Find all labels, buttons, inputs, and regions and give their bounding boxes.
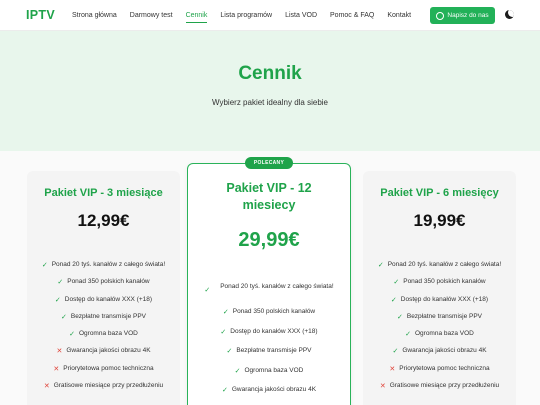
plan-title: Pakiet VIP - 6 miesięcy	[380, 187, 499, 199]
feature-text: Gratisowe miesiące przy przedłużeniu	[389, 382, 500, 390]
feature-text: Dostęp do kanałów XXX (+18)	[64, 295, 153, 303]
check-icon: ✓	[396, 313, 403, 321]
cross-icon: ✕	[53, 365, 60, 373]
nav-link-pricing[interactable]: Cennik	[185, 12, 207, 23]
feature-item: ✓ Gwarancja jakości obrazu 4K	[188, 386, 350, 405]
nav-link-channel-list[interactable]: Lista programów	[220, 12, 272, 19]
feature-item: ✕ Priorytetowa pomoc techniczna	[363, 365, 516, 382]
feature-text: Gratisowe miesiące przy przedłużeniu	[53, 382, 164, 390]
check-icon: ✓	[390, 296, 397, 304]
cross-icon: ✕	[389, 365, 396, 373]
check-icon: ✓	[60, 313, 67, 321]
feature-list: ✓ Ponad 20 tyś. kanałów z całego świata! ✓…	[363, 261, 516, 399]
page-subtitle: Wybierz pakiet idealny dla siebie	[212, 98, 328, 107]
feature-text: Ponad 350 polskich kanałów	[403, 278, 486, 286]
feature-text: Ogromna baza VOD	[78, 330, 138, 338]
feature-text: Bezpłatne transmisje PPV	[406, 312, 483, 320]
check-icon: ✓	[405, 331, 411, 339]
feature-text: Priorytetowa pomoc techniczna	[63, 364, 154, 372]
feature-item: ✓ Ponad 20 tyś. kanałów z całego świata!	[27, 261, 180, 278]
check-icon: ✓	[57, 279, 64, 287]
check-icon: ✓	[226, 348, 233, 355]
cross-icon: ✕	[379, 383, 386, 391]
site-logo[interactable]: IPTV	[26, 8, 55, 22]
nav-link-home[interactable]: Strona główna	[72, 12, 117, 19]
feature-text: Ponad 350 polskich kanałów	[232, 308, 316, 315]
feature-item: ✓ Bezpłatne transmisje PPV	[363, 313, 516, 330]
feature-text: Ogromna baza VOD	[244, 366, 304, 374]
check-icon: ✓	[54, 296, 61, 304]
nav-link-free-trial[interactable]: Darmowy test	[130, 12, 173, 19]
feature-item: ✕ Gratisowe miesiące przy przedłużeniu	[363, 382, 516, 399]
nav-link-contact[interactable]: Kontakt	[387, 12, 411, 19]
plan-title: Pakiet VIP - 3 miesiące	[44, 187, 163, 199]
check-icon: ✓	[41, 262, 48, 269]
feature-item: ✓ Dostęp do kanałów XXX (+18)	[188, 328, 350, 348]
plan-price: 12,99€	[77, 211, 130, 230]
feature-text: Bezpłatne transmisje PPV	[236, 347, 312, 354]
page-title: Cennik	[238, 63, 302, 84]
feature-list: ✓ Ponad 20 tyś. kanałów z całego świata! ✓…	[27, 261, 180, 399]
contact-us-button[interactable]: Napisz do nas	[430, 7, 495, 24]
feature-text: Gwarancja jakości obrazu 4K	[66, 347, 151, 355]
check-icon: ✓	[377, 262, 384, 269]
plan-card-3-months: Pakiet VIP - 3 miesiące 12,99€ ✓ Ponad 20…	[27, 171, 180, 405]
nav-link-help-faq[interactable]: Pomoc & FAQ	[330, 12, 374, 19]
feature-item: ✕ Gwarancja jakości obrazu 4K	[27, 347, 180, 364]
feature-text: Gwarancja jakości obrazu 4K	[231, 386, 317, 393]
whatsapp-icon	[436, 11, 445, 20]
feature-text: Gwarancja jakości obrazu 4K	[402, 347, 487, 355]
cross-icon: ✕	[56, 348, 63, 356]
check-icon: ✓	[393, 279, 400, 287]
feature-item: ✓ Dostęp do kanałów XXX (+18)	[27, 296, 180, 313]
check-icon: ✓	[222, 309, 229, 316]
plan-card-12-months: Pakiet VIP - 12 miesiecy 29,99€ ✓ Ponad 2…	[187, 163, 351, 405]
check-icon: ✓	[220, 328, 227, 336]
check-icon: ✓	[204, 287, 211, 294]
feature-item: ✕ Gratisowe miesiące przy przedłużeniu	[27, 382, 180, 399]
feature-text: Ponad 20 tyś. kanałów z całego świata!	[51, 261, 166, 268]
feature-item: ✓ Bezpłatne transmisje PPV	[188, 347, 350, 367]
contact-us-label: Napisz do nas	[447, 12, 489, 19]
feature-text: Bezpłatne transmisje PPV	[70, 312, 147, 320]
feature-text: Priorytetowa pomoc techniczna	[399, 364, 490, 372]
pricing-section: Pakiet VIP - 3 miesiące 12,99€ ✓ Ponad 20…	[0, 151, 540, 405]
moon-icon[interactable]	[505, 10, 514, 19]
plan-price: 29,99€	[238, 229, 300, 251]
feature-item: ✓ Bezpłatne transmisje PPV	[27, 313, 180, 330]
check-icon: ✓	[392, 348, 399, 356]
pricing-hero: Cennik Wybierz pakiet idealny dla siebie	[0, 31, 540, 151]
nav-link-vod-list[interactable]: Lista VOD	[285, 12, 317, 19]
feature-item: ✕ Priorytetowa pomoc techniczna	[27, 365, 180, 382]
feature-item: ✓ Dostęp do kanałów XXX (+18)	[363, 296, 516, 313]
feature-item: ✓ Ponad 350 polskich kanałów	[27, 278, 180, 295]
plan-card-6-months: Pakiet VIP - 6 miesięcy 19,99€ ✓ Ponad 20…	[363, 171, 516, 405]
feature-item: ✓ Ponad 20 tyś. kanałów z całego świata!	[188, 282, 350, 308]
feature-text: Dostęp do kanałów XXX (+18)	[230, 327, 318, 335]
feature-item: ✓ Ponad 350 polskich kanałów	[363, 278, 516, 295]
plan-title: Pakiet VIP - 12 miesiecy	[226, 181, 312, 212]
feature-text: Ogromna baza VOD	[414, 330, 474, 338]
feature-item: ✓ Ogromna baza VOD	[188, 367, 350, 387]
feature-text: Ponad 350 polskich kanałów	[67, 278, 150, 286]
check-icon: ✓	[69, 331, 75, 339]
feature-item: ✓ Ponad 20 tyś. kanałów z całego świata!	[363, 261, 516, 278]
check-icon: ✓	[234, 367, 241, 375]
feature-item: ✓ Ogromna baza VOD	[27, 330, 180, 347]
feature-text: Ponad 20 tyś. kanałów z całego świata!	[387, 261, 502, 268]
feature-item: ✓ Ponad 350 polskich kanałów	[188, 308, 350, 328]
check-icon: ✓	[221, 387, 228, 394]
feature-text: Dostęp do kanałów XXX (+18)	[400, 295, 489, 303]
top-navbar: IPTV Strona główna Darmowy test Cennik L…	[0, 0, 540, 31]
nav-links: Strona główna Darmowy test Cennik Lista …	[72, 0, 424, 31]
feature-item: ✓ Gwarancja jakości obrazu 4K	[363, 347, 516, 364]
plan-price: 19,99€	[413, 211, 466, 230]
feature-item: ✓ Ogromna baza VOD	[363, 330, 516, 347]
recommended-badge: POLECANY	[245, 157, 293, 169]
feature-text: Ponad 20 tyś. kanałów z całego świata!	[220, 283, 334, 290]
cross-icon: ✕	[43, 383, 50, 391]
feature-list: ✓ Ponad 20 tyś. kanałów z całego świata! ✓…	[188, 282, 350, 405]
